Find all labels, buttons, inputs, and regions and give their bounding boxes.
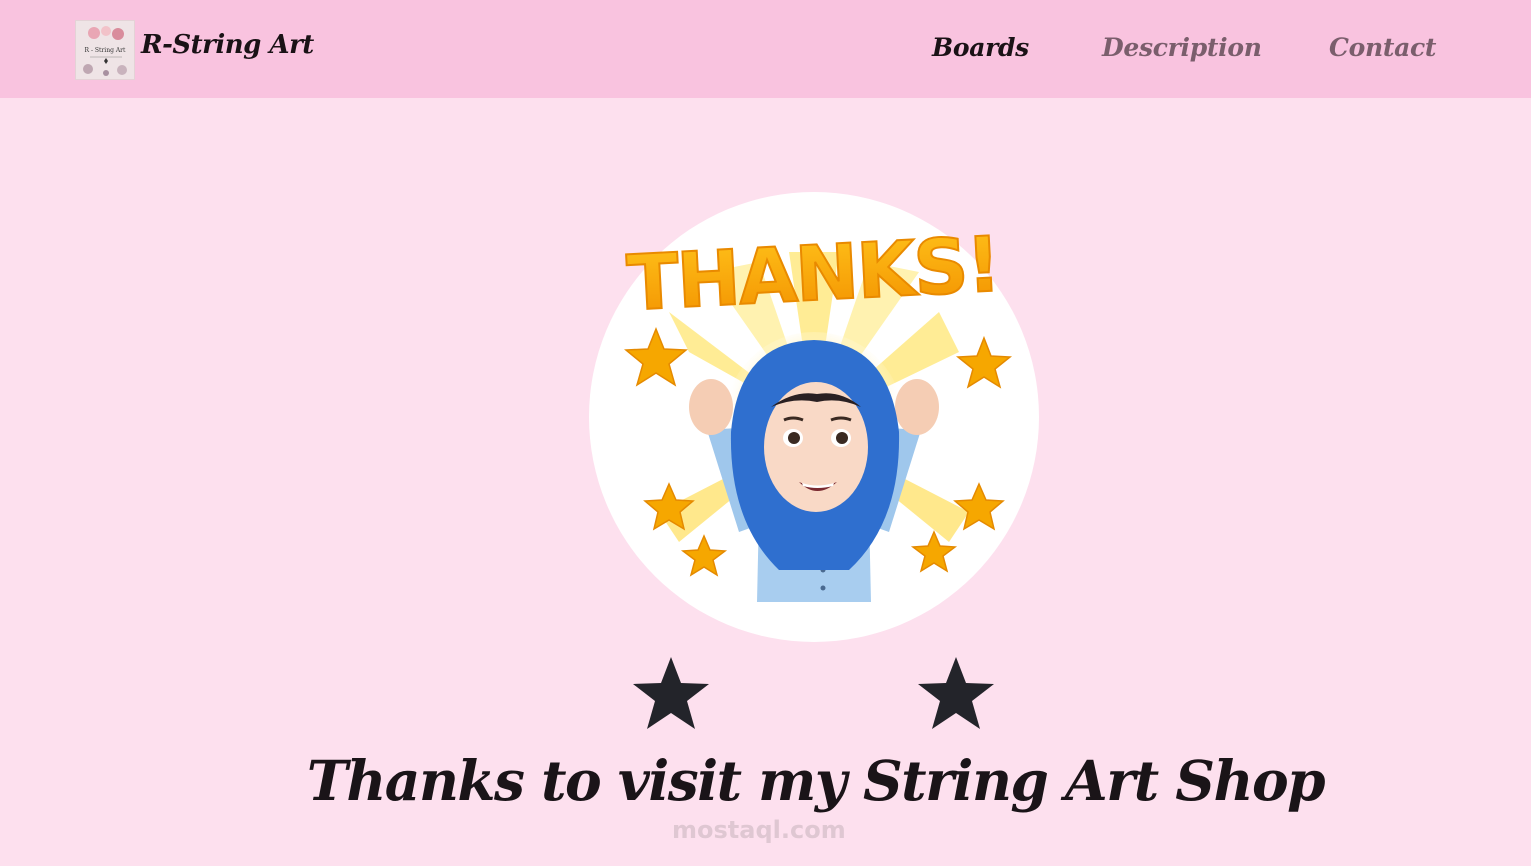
watermark: mostaql.com bbox=[672, 816, 846, 844]
nav-description-link[interactable]: Description bbox=[1102, 33, 1262, 62]
thanks-sticker-image: THANKS! bbox=[589, 192, 1039, 642]
top-navbar: R - String Art R-String Art Boards Descr… bbox=[0, 0, 1531, 98]
brand[interactable]: R - String Art R-String Art bbox=[75, 20, 314, 80]
nav-contact-link[interactable]: Contact bbox=[1329, 33, 1436, 62]
nav-boards-link[interactable]: Boards bbox=[932, 33, 1029, 62]
star-icon bbox=[918, 657, 994, 729]
page-headline: Thanks to visit my String Art Shop bbox=[306, 748, 1326, 813]
brand-name[interactable]: R-String Art bbox=[141, 30, 314, 60]
logo-text: R - String Art bbox=[84, 47, 126, 54]
logo-image[interactable]: R - String Art bbox=[75, 20, 135, 80]
star-icon bbox=[633, 657, 709, 729]
